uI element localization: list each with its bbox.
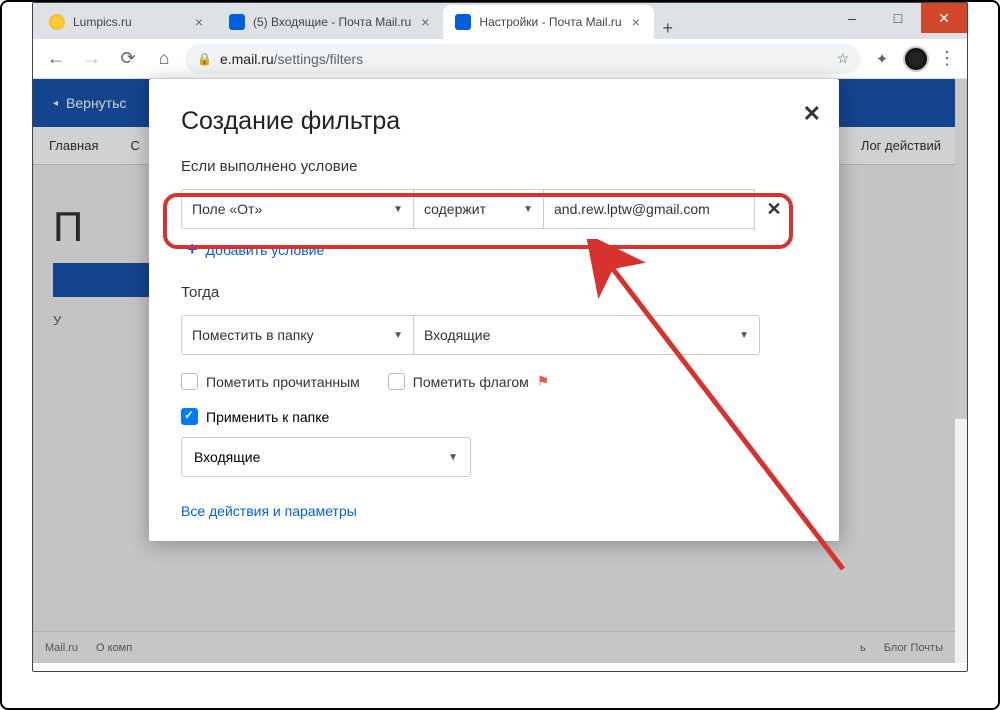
page-scrollbar-thumb[interactable] <box>955 79 967 419</box>
profile-avatar[interactable] <box>903 46 929 72</box>
condition-operator-select[interactable]: содержит ▼ <box>413 189 543 229</box>
window-controls: – □ ✕ <box>829 3 967 33</box>
select-value: Поместить в папку <box>192 327 314 343</box>
select-value: Поле «От» <box>192 201 262 217</box>
modal-title: Создание фильтра <box>181 107 807 136</box>
omnibox[interactable]: 🔒 e.mail.ru/settings/filters ☆ <box>185 44 861 74</box>
tab-close-icon[interactable]: × <box>630 14 642 30</box>
tab-inbox[interactable]: (5) Входящие - Почта Mail.ru × <box>217 5 443 39</box>
mark-flag-checkbox[interactable]: Пометить флагом ⚑ <box>388 373 550 390</box>
condition-row: Поле «От» ▼ содержит ▼ ✕ <box>181 189 807 229</box>
favicon-mailru <box>229 14 245 30</box>
apply-to-folder-checkbox[interactable]: Применить к папке <box>181 408 807 425</box>
chrome-menu-icon[interactable]: ⋮ <box>935 48 959 69</box>
flag-icon: ⚑ <box>537 373 550 390</box>
window-minimize-button[interactable]: – <box>829 3 875 33</box>
action-folder-select[interactable]: Входящие ▼ <box>413 315 760 355</box>
checkbox-label: Применить к папке <box>206 409 329 425</box>
create-filter-modal: ✕ Создание фильтра Если выполнено услови… <box>149 79 839 541</box>
lock-icon: 🔒 <box>197 52 212 66</box>
tab-lumpics[interactable]: Lumpics.ru × <box>37 5 217 39</box>
page-content: ◂ Вернутьс Главная С Лог действий П У Ma… <box>33 79 967 663</box>
all-actions-link[interactable]: Все действия и параметры <box>181 503 807 519</box>
url-host: e.mail.ru <box>220 51 274 67</box>
tab-close-icon[interactable]: × <box>419 14 431 30</box>
checkbox-box <box>181 408 198 425</box>
action-type-select[interactable]: Поместить в папку ▼ <box>181 315 413 355</box>
favicon-mailru <box>455 14 471 30</box>
action-row: Поместить в папку ▼ Входящие ▼ <box>181 315 807 355</box>
condition-section-label: Если выполнено условие <box>181 158 807 175</box>
checkbox-label: Пометить прочитанным <box>206 374 360 390</box>
tab-title: (5) Входящие - Почта Mail.ru <box>253 15 411 29</box>
nav-home-button[interactable]: ⌂ <box>149 44 179 74</box>
caret-down-icon: ▼ <box>739 330 749 341</box>
window-close-button[interactable]: ✕ <box>921 3 967 33</box>
add-condition-label: Добавить условие <box>206 242 325 258</box>
modal-close-button[interactable]: ✕ <box>803 101 821 127</box>
favicon-lumpics <box>49 14 65 30</box>
caret-down-icon: ▼ <box>523 204 533 215</box>
checkbox-row: Пометить прочитанным Пометить флагом ⚑ <box>181 373 807 390</box>
nav-forward-button[interactable]: → <box>77 44 107 74</box>
tab-title: Настройки - Почта Mail.ru <box>479 15 621 29</box>
browser-window: – □ ✕ Lumpics.ru × (5) Входящие - Почта … <box>32 2 968 672</box>
checkbox-box <box>388 373 405 390</box>
caret-down-icon: ▼ <box>393 204 403 215</box>
condition-value-input[interactable] <box>543 189 755 229</box>
url-path: /settings/filters <box>274 51 363 67</box>
add-condition-link[interactable]: + Добавить условие <box>187 239 807 260</box>
window-maximize-button[interactable]: □ <box>875 3 921 33</box>
new-tab-button[interactable]: + <box>654 18 682 39</box>
condition-field-select[interactable]: Поле «От» ▼ <box>181 189 413 229</box>
apply-folder-select[interactable]: Входящие ▼ <box>181 437 471 477</box>
tab-close-icon[interactable]: × <box>193 14 205 30</box>
bookmark-star-icon[interactable]: ☆ <box>836 50 849 67</box>
tab-settings[interactable]: Настройки - Почта Mail.ru × <box>443 5 653 39</box>
plus-icon: + <box>187 239 198 260</box>
remove-condition-button[interactable]: ✕ <box>755 189 793 229</box>
extensions-icon[interactable]: ✦ <box>867 44 897 74</box>
checkbox-label: Пометить флагом <box>413 374 529 390</box>
address-bar: ← → ⟳ ⌂ 🔒 e.mail.ru/settings/filters ☆ ✦… <box>33 39 967 79</box>
select-value: Входящие <box>424 327 490 343</box>
mark-read-checkbox[interactable]: Пометить прочитанным <box>181 373 360 390</box>
nav-reload-button[interactable]: ⟳ <box>113 44 143 74</box>
tabstrip: Lumpics.ru × (5) Входящие - Почта Mail.r… <box>33 3 967 39</box>
caret-down-icon: ▼ <box>448 452 458 463</box>
checkbox-box <box>181 373 198 390</box>
caret-down-icon: ▼ <box>393 330 403 341</box>
tab-title: Lumpics.ru <box>73 15 185 29</box>
select-value: содержит <box>424 201 486 217</box>
then-section-label: Тогда <box>181 284 807 301</box>
select-value: Входящие <box>194 449 260 465</box>
nav-back-button[interactable]: ← <box>41 44 71 74</box>
